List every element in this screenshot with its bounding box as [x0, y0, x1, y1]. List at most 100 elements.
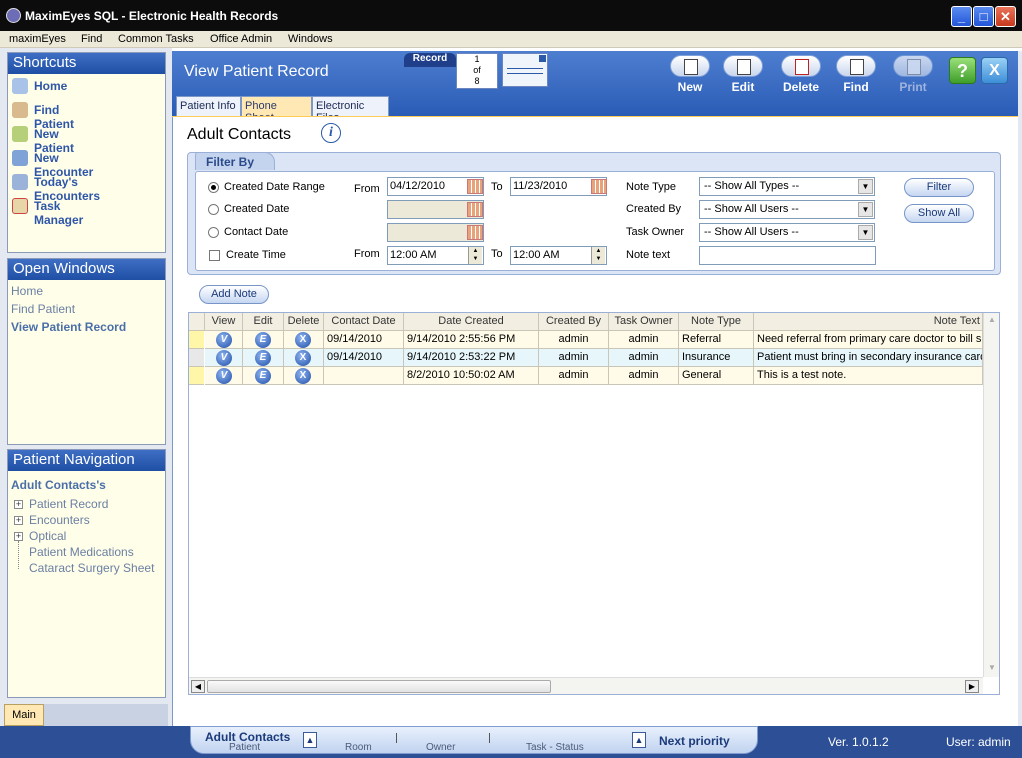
view-icon[interactable]: V [216, 350, 232, 366]
created-by-select[interactable]: -- Show All Users -- ▼ [699, 200, 875, 219]
menu-office-admin[interactable]: Office Admin [210, 33, 272, 45]
print-button[interactable]: Print [889, 55, 937, 95]
menu-common-tasks[interactable]: Common Tasks [118, 33, 194, 45]
info-icon[interactable]: i [321, 123, 341, 143]
column-header-task-owner[interactable]: Task Owner [609, 313, 679, 331]
queue-room-label: Room [345, 742, 372, 753]
page-title: View Patient Record [184, 63, 329, 80]
delete-button[interactable]: Delete [777, 55, 825, 95]
edit-row-icon[interactable]: E [255, 332, 271, 348]
label-from: From [354, 183, 380, 195]
note-text-input[interactable] [699, 246, 876, 265]
row-selector[interactable] [189, 349, 204, 367]
record-navigator[interactable]: 1 of 8 [456, 53, 498, 89]
record-current: 1 [474, 54, 480, 64]
help-button[interactable]: ? [949, 57, 976, 84]
scroll-left-icon[interactable]: ◀ [191, 680, 205, 693]
calendar-icon[interactable] [467, 202, 483, 217]
delete-row-icon[interactable]: X [295, 350, 311, 366]
record-of: of [473, 65, 481, 75]
nav-encounters[interactable]: Encounters [29, 513, 90, 527]
nav-patient-medications[interactable]: Patient Medications [29, 545, 134, 559]
task-owner-select[interactable]: -- Show All Users -- ▼ [699, 223, 875, 242]
nav-optical[interactable]: Optical [29, 529, 66, 543]
vertical-scrollbar[interactable]: ▲ ▼ [983, 313, 999, 677]
cell-task-owner: admin [609, 367, 679, 385]
open-window-view-patient-record[interactable]: View Patient Record [11, 320, 126, 334]
radio-created-date-range[interactable] [208, 182, 219, 193]
row-selector[interactable] [189, 331, 204, 349]
horizontal-scrollbar[interactable]: ◀ ▶ [189, 677, 983, 694]
next-priority-link[interactable]: Next priority [659, 734, 730, 748]
add-note-button[interactable]: Add Note [199, 285, 269, 304]
view-icon[interactable]: V [216, 368, 232, 384]
open-windows-title: Open Windows [8, 259, 165, 280]
nav-cataract-surgery-sheet[interactable]: Cataract Surgery Sheet [29, 561, 154, 575]
expand-icon[interactable]: + [14, 500, 23, 509]
find-button[interactable]: Find [832, 55, 880, 95]
cell-created-by: admin [539, 367, 609, 385]
patient-name-link[interactable]: Adult Contacts's [11, 478, 106, 492]
menu-maximeyes[interactable]: maximEyes [9, 33, 66, 45]
time-spinner-icon[interactable]: ▲ ▼ [591, 247, 605, 264]
show-all-button[interactable]: Show All [904, 204, 974, 223]
open-window-home[interactable]: Home [11, 284, 43, 298]
label-to: To [491, 181, 503, 193]
tab-patient-info[interactable]: Patient Info [176, 96, 241, 116]
scroll-thumb[interactable] [207, 680, 551, 693]
scroll-right-icon[interactable]: ▶ [965, 680, 979, 693]
scroll-up-icon[interactable]: ▲ [986, 315, 998, 327]
nav-patient-record[interactable]: Patient Record [29, 497, 108, 511]
checkbox-create-time[interactable] [209, 250, 220, 261]
time-spinner-icon[interactable]: ▲ ▼ [468, 247, 482, 264]
column-header-note-text[interactable]: Note Text [754, 313, 983, 331]
scroll-down-icon[interactable]: ▼ [986, 663, 998, 675]
menu-windows[interactable]: Windows [288, 33, 333, 45]
sort-up-icon[interactable]: ▲ [632, 732, 646, 748]
row-selector[interactable] [189, 367, 204, 385]
delete-row-icon[interactable]: X [295, 368, 311, 384]
radio-contact-date[interactable] [208, 227, 219, 238]
tab-phone-sheet[interactable]: Phone Sheet [241, 96, 312, 124]
task-owner-value: -- Show All Users -- [704, 226, 799, 238]
column-header-delete[interactable]: Delete [284, 313, 324, 331]
open-window-find-patient[interactable]: Find Patient [11, 302, 75, 316]
maximize-button[interactable]: □ [973, 6, 994, 27]
calendar-icon[interactable] [591, 179, 607, 194]
delete-row-icon[interactable]: X [295, 332, 311, 348]
cell-task-owner: admin [609, 331, 679, 349]
expand-icon[interactable]: + [14, 532, 23, 541]
close-window-button[interactable]: ✕ [995, 6, 1016, 27]
filter-button[interactable]: Filter [904, 178, 974, 197]
column-header-date-created[interactable]: Date Created [404, 313, 539, 331]
column-header-note-type[interactable]: Note Type [679, 313, 754, 331]
calendar-icon[interactable] [467, 225, 483, 240]
column-header-contact-date[interactable]: Contact Date [324, 313, 404, 331]
expand-icon[interactable]: + [14, 516, 23, 525]
edit-row-icon[interactable]: E [255, 350, 271, 366]
tab-main[interactable]: Main [4, 704, 44, 726]
column-header-edit[interactable]: Edit [243, 313, 284, 331]
sort-up-icon[interactable]: ▲ [303, 732, 317, 748]
cell-contact-date [324, 367, 404, 385]
divider [489, 733, 490, 743]
radio-created-date[interactable] [208, 204, 219, 215]
record-thumbnail-icon[interactable] [502, 53, 548, 87]
minimize-button[interactable]: _ [951, 6, 972, 27]
cell-date-created: 9/14/2010 2:55:56 PM [404, 331, 539, 349]
app-logo-icon [6, 8, 21, 23]
grid-cell: X [284, 367, 324, 385]
note-type-select[interactable]: -- Show All Types -- ▼ [699, 177, 875, 196]
menu-find[interactable]: Find [81, 33, 102, 45]
calendar-icon[interactable] [467, 179, 483, 194]
edit-row-icon[interactable]: E [255, 368, 271, 384]
view-icon[interactable]: V [216, 332, 232, 348]
column-header-created-by[interactable]: Created By [539, 313, 609, 331]
tab-electronic-files[interactable]: Electronic Files [312, 96, 389, 124]
delete-icon [795, 59, 809, 75]
close-record-button[interactable]: X [981, 57, 1008, 84]
new-button[interactable]: New [666, 55, 714, 95]
column-header-view[interactable]: View [205, 313, 243, 331]
queue-owner-label: Owner [426, 742, 456, 753]
edit-button[interactable]: Edit [719, 55, 767, 95]
